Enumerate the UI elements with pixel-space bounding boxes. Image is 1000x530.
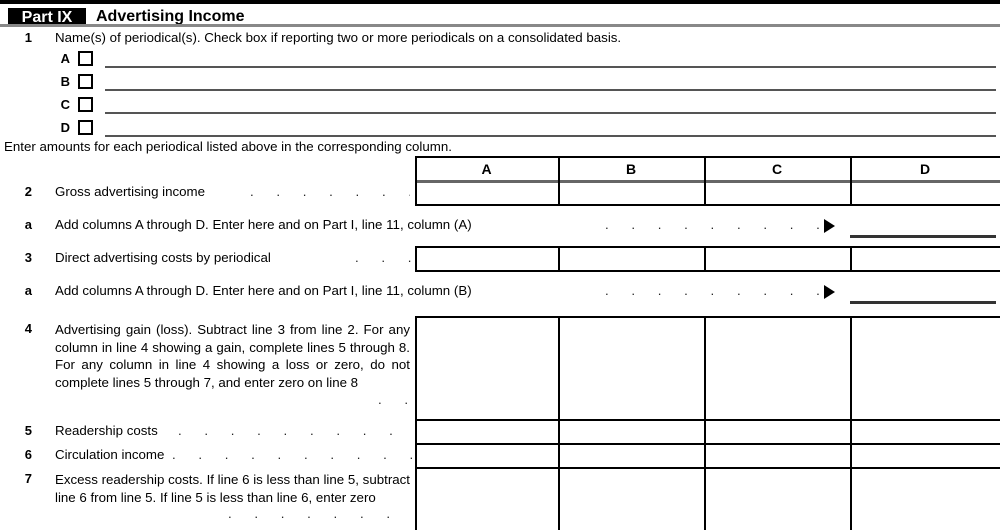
line-6-cell-a[interactable]: [417, 446, 556, 466]
entry-d-letter: D: [60, 120, 70, 135]
line-6-number: 6: [24, 447, 32, 462]
entry-c-write-in-line[interactable]: [105, 112, 996, 114]
line-3-cell-b[interactable]: [560, 249, 702, 269]
line-7-cell-b[interactable]: [560, 500, 702, 522]
line-7-text: Excess readership costs. If line 6 is le…: [55, 472, 410, 505]
line-3a-total-value[interactable]: [852, 282, 996, 300]
column-header-b: B: [625, 161, 637, 177]
entry-a-write-in-line[interactable]: [105, 66, 996, 68]
line-7-number: 7: [24, 471, 32, 486]
line-7-cell-d[interactable]: [852, 500, 998, 522]
line-3a-arrow-icon: [824, 285, 835, 299]
line-2-text: Gross advertising income: [55, 184, 206, 199]
entry-b-letter: B: [60, 74, 70, 89]
line-2a-leader: . . . . . . . . . . . .: [605, 217, 825, 232]
line-5-number: 5: [24, 423, 32, 438]
entry-d-write-in-line[interactable]: [105, 135, 996, 137]
part-header-divider: [0, 24, 1000, 27]
line-4-cell-a[interactable]: [417, 395, 556, 417]
line-6-cell-c[interactable]: [706, 446, 848, 466]
line-4-number: 4: [24, 321, 32, 336]
line-2-cell-a[interactable]: [417, 183, 556, 203]
line-5-cell-a[interactable]: [417, 422, 556, 442]
line-4-leader: . .: [378, 392, 414, 407]
line-3-top-border: [415, 246, 1000, 248]
line-2-number: 2: [24, 184, 32, 199]
line-5-text: Readership costs: [55, 423, 158, 438]
line-4-bottom-border: [415, 419, 1000, 421]
line-3-cell-a[interactable]: [417, 249, 556, 269]
entry-a-letter: A: [60, 51, 70, 66]
line-3-number: 3: [24, 250, 32, 265]
line-3a-leader: . . . . . . . . . . . .: [605, 283, 825, 298]
line-3-cell-c[interactable]: [706, 249, 848, 269]
column-header-a: A: [481, 161, 492, 177]
tax-form-part-ix: Part IX Advertising Income 1 Name(s) of …: [0, 0, 1000, 530]
line-3-leader: . . .: [355, 250, 411, 265]
line-6-text: Circulation income: [55, 447, 165, 462]
line-3-bottom-border: [415, 270, 1000, 272]
line-2a-total-value[interactable]: [852, 216, 996, 234]
line-7-cell-a[interactable]: [417, 500, 556, 522]
line-2-leader: . . . . . . . .: [250, 184, 410, 199]
line-2a-text: Add columns A through D. Enter here and …: [55, 217, 472, 232]
entry-b-write-in-line[interactable]: [105, 89, 996, 91]
line-7-cell-c[interactable]: [706, 500, 848, 522]
line-4-cell-c[interactable]: [706, 395, 848, 417]
line-2a-letter: a: [24, 217, 32, 232]
column-instruction: Enter amounts for each periodical listed…: [4, 139, 452, 154]
column-header-c: C: [771, 161, 783, 177]
line-6-cell-d[interactable]: [852, 446, 998, 466]
line-5-cell-c[interactable]: [706, 422, 848, 442]
line-2-bottom-border: [415, 204, 1000, 206]
line-3a-letter: a: [24, 283, 32, 298]
line-4-cell-b[interactable]: [560, 395, 702, 417]
entry-a-checkbox[interactable]: [78, 51, 93, 66]
line-6-leader: . . . . . . . . . .: [172, 447, 413, 462]
part-header-band: Part IX Advertising Income: [0, 0, 1000, 27]
line-6-bottom-border: [415, 467, 1000, 469]
line-2-cell-d[interactable]: [852, 183, 998, 203]
column-header-d: D: [919, 161, 931, 177]
line-2a-arrow-icon: [824, 219, 835, 233]
entry-d-checkbox[interactable]: [78, 120, 93, 135]
line-3-cell-d[interactable]: [852, 249, 998, 269]
entry-c-checkbox[interactable]: [78, 97, 93, 112]
line-5-cell-b[interactable]: [560, 422, 702, 442]
line-6-cell-b[interactable]: [560, 446, 702, 466]
line-2-cell-b[interactable]: [560, 183, 702, 203]
line-3a-text: Add columns A through D. Enter here and …: [55, 283, 472, 298]
line-3-text: Direct advertising costs by periodical: [55, 250, 271, 265]
entry-b-checkbox[interactable]: [78, 74, 93, 89]
line-4-top-border: [415, 316, 1000, 318]
entry-c-letter: C: [60, 97, 70, 112]
table-top-border: [415, 156, 1000, 158]
line-5-bottom-border: [415, 443, 1000, 445]
line-4-text: Advertising gain (loss). Subtract line 3…: [55, 322, 410, 390]
line-3a-total-line[interactable]: [850, 301, 996, 304]
line-2a-total-line[interactable]: [850, 235, 996, 238]
line-2-cell-c[interactable]: [706, 183, 848, 203]
line-1-text: Name(s) of periodical(s). Check box if r…: [55, 30, 622, 45]
line-5-cell-d[interactable]: [852, 422, 998, 442]
line-7-leader: . . . . . . . . .: [228, 506, 413, 521]
line-5-leader: . . . . . . . . . .: [178, 423, 413, 438]
line-1-number: 1: [24, 30, 32, 45]
line-4-cell-d[interactable]: [852, 395, 998, 417]
